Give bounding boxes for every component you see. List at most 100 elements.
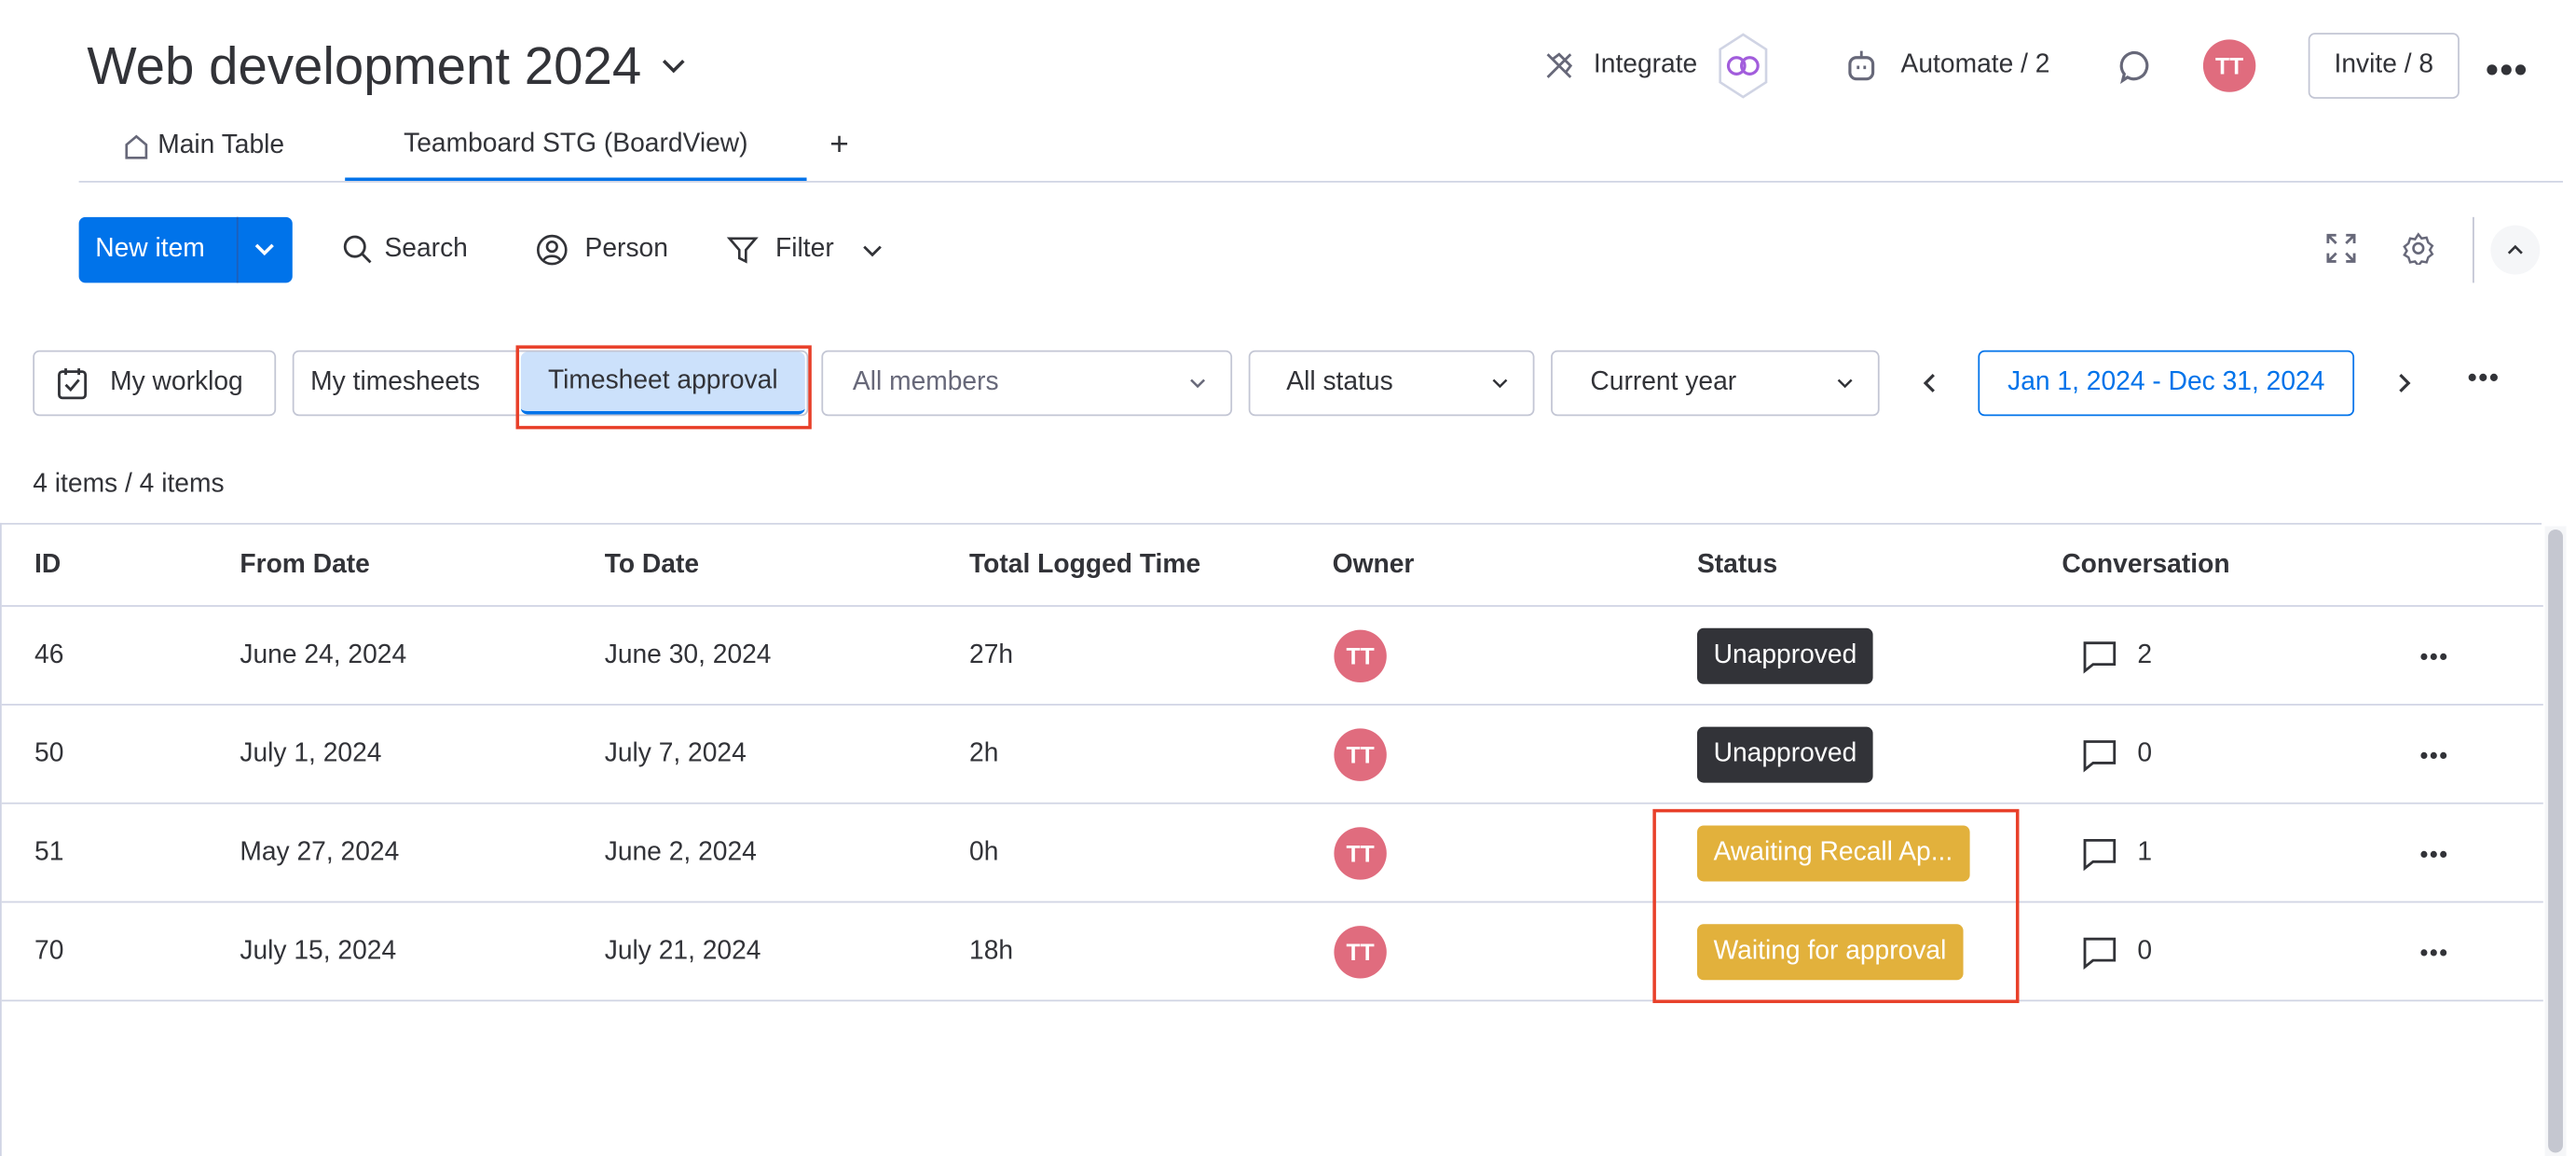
chevron-down-icon bbox=[1492, 378, 1508, 389]
cell-to-date: July 7, 2024 bbox=[604, 739, 747, 768]
previous-period-icon[interactable] bbox=[1917, 370, 1943, 396]
next-period-icon[interactable] bbox=[2391, 370, 2417, 396]
collapse-button[interactable] bbox=[2490, 225, 2541, 275]
column-header-conversation[interactable]: Conversation bbox=[2062, 525, 2229, 607]
table-row[interactable]: 51 May 27, 2024 June 2, 2024 0h TT Await… bbox=[1, 805, 2543, 903]
tab-main-table[interactable]: Main Table bbox=[121, 129, 284, 165]
conversation-button[interactable]: 0 bbox=[2081, 706, 2152, 805]
cell-to-date: July 21, 2024 bbox=[604, 937, 761, 966]
owner-avatar[interactable]: TT bbox=[1334, 827, 1387, 880]
robot-icon bbox=[1848, 50, 1875, 81]
integrate-label: Integrate bbox=[1593, 50, 1698, 79]
new-item-label: New item bbox=[95, 235, 205, 264]
column-header-total-logged-time[interactable]: Total Logged Time bbox=[969, 525, 1200, 607]
filter-label: Filter bbox=[775, 235, 834, 264]
column-header-to-date[interactable]: To Date bbox=[605, 525, 699, 607]
scrollbar-thumb[interactable] bbox=[2548, 529, 2563, 1153]
search-button[interactable]: Search bbox=[342, 230, 468, 269]
search-label: Search bbox=[384, 235, 468, 264]
my-worklog-label: My worklog bbox=[110, 368, 243, 397]
cell-id: 50 bbox=[34, 739, 64, 768]
fullscreen-icon[interactable] bbox=[2324, 232, 2357, 265]
status-badge[interactable]: Unapproved bbox=[1696, 726, 1873, 783]
status-dropdown[interactable]: All status bbox=[1248, 350, 1535, 417]
integrate-button[interactable]: Integrate bbox=[1541, 33, 1774, 99]
tab-teamboard[interactable]: Teamboard STG (BoardView) bbox=[345, 125, 806, 164]
date-range-button[interactable]: Jan 1, 2024 - Dec 31, 2024 bbox=[1978, 350, 2355, 417]
add-tab-button[interactable]: + bbox=[829, 127, 849, 165]
conversation-button[interactable]: 1 bbox=[2081, 805, 2152, 903]
conversation-button[interactable]: 0 bbox=[2081, 902, 2152, 1001]
tab-label: Teamboard STG (BoardView) bbox=[404, 130, 748, 158]
my-timesheets-option[interactable]: My timesheets bbox=[310, 351, 480, 417]
cell-total-logged-time: 0h bbox=[969, 838, 999, 867]
comment-icon bbox=[2083, 641, 2117, 674]
column-header-from-date[interactable]: From Date bbox=[240, 525, 369, 607]
more-menu-icon[interactable]: ••• bbox=[2486, 49, 2528, 92]
user-avatar[interactable]: TT bbox=[2202, 39, 2256, 92]
chevron-down-icon bbox=[1190, 378, 1206, 389]
column-header-owner[interactable]: Owner bbox=[1333, 525, 1415, 607]
owner-avatar[interactable]: TT bbox=[1334, 728, 1387, 781]
comment-icon bbox=[2083, 838, 2117, 872]
board-title-text: Web development 2024 bbox=[87, 34, 642, 95]
owner-avatar[interactable]: TT bbox=[1334, 926, 1387, 979]
period-dropdown[interactable]: Current year bbox=[1551, 350, 1880, 417]
chevron-down-icon[interactable] bbox=[858, 237, 884, 263]
table-row[interactable]: 50 July 1, 2024 July 7, 2024 2h TT Unapp… bbox=[1, 706, 2543, 805]
home-icon bbox=[125, 134, 148, 159]
timesheet-table: ID From Date To Date Total Logged Time O… bbox=[0, 522, 2543, 1156]
comment-icon bbox=[2083, 937, 2117, 970]
person-filter-button[interactable]: Person bbox=[536, 230, 668, 269]
person-label: Person bbox=[584, 235, 668, 264]
invite-button[interactable]: Invite / 8 bbox=[2308, 33, 2460, 99]
date-range-value: Jan 1, 2024 - Dec 31, 2024 bbox=[2007, 368, 2325, 397]
column-header-status[interactable]: Status bbox=[1697, 525, 1777, 607]
row-menu-icon[interactable]: ••• bbox=[2420, 607, 2449, 706]
column-header-id[interactable]: ID bbox=[34, 525, 61, 607]
members-dropdown[interactable]: All members bbox=[821, 350, 1233, 417]
tab-label: Main Table bbox=[158, 131, 285, 160]
chevron-down-icon[interactable] bbox=[239, 233, 293, 266]
automate-button[interactable]: Automate / 2 bbox=[1843, 36, 2050, 96]
cell-total-logged-time: 18h bbox=[969, 937, 1014, 966]
new-item-button[interactable]: New item bbox=[78, 216, 293, 283]
automate-label: Automate / 2 bbox=[1900, 50, 2050, 79]
row-menu-icon[interactable]: ••• bbox=[2420, 805, 2449, 903]
cell-to-date: June 30, 2024 bbox=[604, 640, 772, 669]
members-value: All members bbox=[852, 368, 999, 397]
cell-id: 70 bbox=[34, 937, 64, 966]
cell-id: 46 bbox=[34, 640, 64, 669]
chevron-up-icon bbox=[2507, 244, 2523, 255]
item-count: 4 items / 4 items bbox=[33, 470, 225, 499]
row-menu-icon[interactable]: ••• bbox=[2420, 902, 2449, 1001]
cell-from-date: July 1, 2024 bbox=[240, 739, 382, 768]
integration-hex-icon bbox=[1719, 33, 1768, 99]
plug-icon bbox=[1546, 52, 1573, 78]
period-value: Current year bbox=[1590, 368, 1737, 397]
filter-button[interactable]: Filter bbox=[726, 230, 884, 269]
divider bbox=[2473, 216, 2474, 283]
person-icon bbox=[536, 234, 568, 266]
cell-from-date: June 24, 2024 bbox=[240, 640, 407, 669]
chat-icon[interactable] bbox=[2116, 48, 2152, 84]
row-menu-icon[interactable]: ••• bbox=[2420, 706, 2449, 805]
my-worklog-button[interactable]: My worklog bbox=[33, 350, 277, 417]
conversation-count: 1 bbox=[2137, 838, 2153, 867]
cell-total-logged-time: 2h bbox=[969, 739, 999, 768]
table-row[interactable]: 70 July 15, 2024 July 21, 2024 18h TT Wa… bbox=[1, 902, 2543, 1002]
table-row[interactable]: 46 June 24, 2024 June 30, 2024 27h TT Un… bbox=[1, 607, 2543, 706]
cell-from-date: July 15, 2024 bbox=[240, 937, 397, 966]
board-title[interactable]: Web development 2024 bbox=[87, 33, 691, 99]
more-options-icon[interactable]: ••• bbox=[2468, 365, 2501, 395]
status-value: All status bbox=[1286, 368, 1393, 397]
status-badge[interactable]: Unapproved bbox=[1696, 627, 1873, 684]
cell-id: 51 bbox=[34, 838, 64, 867]
cell-to-date: June 2, 2024 bbox=[604, 838, 757, 867]
conversation-button[interactable]: 2 bbox=[2081, 607, 2152, 706]
conversation-count: 2 bbox=[2137, 640, 2153, 669]
owner-avatar[interactable]: TT bbox=[1334, 629, 1387, 683]
settings-gear-icon[interactable] bbox=[2402, 232, 2434, 265]
scrollbar[interactable] bbox=[2544, 526, 2567, 1156]
invite-label: Invite / 8 bbox=[2334, 50, 2434, 79]
